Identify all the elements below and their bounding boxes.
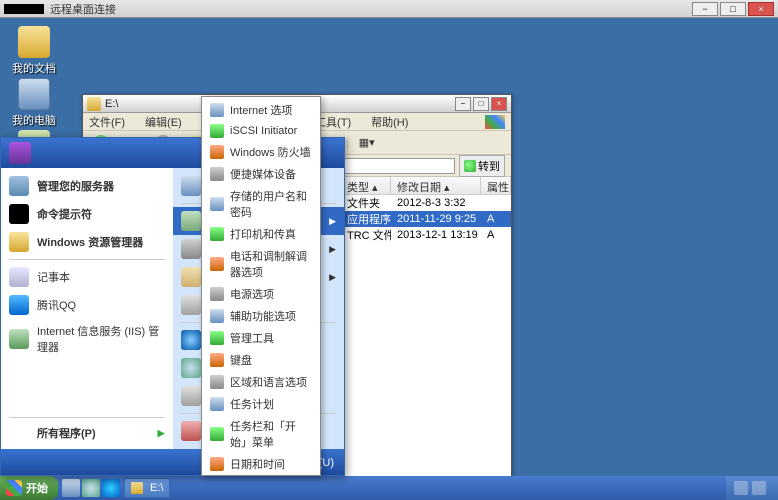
submenu-icon xyxy=(210,257,224,271)
submenu-icon xyxy=(210,167,224,181)
submenu-icon xyxy=(210,287,224,301)
r-security-icon xyxy=(181,421,201,441)
menu-item[interactable]: 帮助(H) xyxy=(371,114,408,130)
win-min[interactable]: − xyxy=(455,97,471,111)
outer-min[interactable]: − xyxy=(692,2,718,16)
submenu-icon xyxy=(210,309,224,323)
submenu-item[interactable]: 键盘 xyxy=(202,349,320,371)
cmd[interactable]: 命令提示符 xyxy=(1,200,173,228)
submenu-icon xyxy=(210,145,224,159)
iis-icon xyxy=(9,329,29,349)
drive-icon xyxy=(87,97,101,111)
r-search-icon xyxy=(181,358,201,378)
submenu-item[interactable]: 日期和时间 xyxy=(202,453,320,475)
submenu-item[interactable]: 电源选项 xyxy=(202,283,320,305)
separator xyxy=(9,417,165,418)
submenu-icon xyxy=(210,427,224,441)
submenu-item[interactable]: 扫描仪和照相机 xyxy=(202,475,320,476)
outer-title: 远程桌面连接 xyxy=(50,1,690,17)
qq-icon xyxy=(9,295,29,315)
col-header[interactable]: 修改日期 ▴ xyxy=(391,177,481,194)
submenu-item[interactable]: iSCSI Initiator xyxy=(202,121,320,141)
submenu-icon xyxy=(210,103,224,117)
desktop-mydocs[interactable]: 我的文档 xyxy=(10,26,58,76)
submenu-item[interactable]: 管理工具 xyxy=(202,327,320,349)
outer-max[interactable]: □ xyxy=(720,2,746,16)
submenu-item[interactable]: 任务计划 xyxy=(202,393,320,415)
menu-item[interactable]: 编辑(E) xyxy=(145,114,182,130)
separator xyxy=(9,259,165,260)
menu-item[interactable]: 文件(F) xyxy=(89,114,125,130)
control-panel-submenu: Internet 选项iSCSI InitiatorWindows 防火墙便捷媒… xyxy=(201,96,321,476)
submenu-icon xyxy=(210,397,224,411)
submenu-icon xyxy=(210,457,224,471)
mydocs-icon xyxy=(18,26,50,58)
outer-titlebar: 远程桌面连接 − □ × xyxy=(0,0,778,18)
tray-icon[interactable] xyxy=(734,481,748,495)
user-avatar xyxy=(9,142,31,164)
r-run-icon xyxy=(181,386,201,406)
notepad-icon xyxy=(9,267,29,287)
submenu-item[interactable]: Windows 防火墙 xyxy=(202,141,320,163)
mycomputer-icon xyxy=(18,78,50,110)
go-button[interactable]: 转到 xyxy=(459,155,505,177)
submenu-icon xyxy=(210,227,224,241)
qq[interactable]: 腾讯QQ xyxy=(1,291,173,319)
submenu-item[interactable]: 便捷媒体设备 xyxy=(202,163,320,185)
desktop[interactable]: 我的文档我的电脑网上邻居回收站Internet Explorer E:\ − □… xyxy=(0,18,778,500)
notepad[interactable]: 记事本 xyxy=(1,263,173,291)
start-button[interactable]: 开始 xyxy=(0,476,58,500)
submenu-item[interactable]: Internet 选项 xyxy=(202,99,320,121)
taskbar: 开始 E:\ xyxy=(0,476,778,500)
cmd-icon xyxy=(9,204,29,224)
go-icon xyxy=(464,160,476,172)
quick-launch xyxy=(62,479,120,497)
submenu-item[interactable]: 区域和语言选项 xyxy=(202,371,320,393)
submenu-icon xyxy=(210,197,224,211)
r-printers-icon xyxy=(181,295,201,315)
explorer-app-icon xyxy=(9,232,29,252)
explorer-app[interactable]: Windows 资源管理器 xyxy=(1,228,173,256)
submenu-item[interactable]: 电话和调制解调器选项 xyxy=(202,245,320,283)
iis[interactable]: Internet 信息服务 (IIS) 管理器 xyxy=(1,319,173,359)
submenu-icon xyxy=(210,375,224,389)
windows-flag-icon xyxy=(6,480,22,496)
manage-server-icon xyxy=(9,176,29,196)
submenu-item[interactable]: 存储的用户名和密码 xyxy=(202,185,320,223)
win-close[interactable]: × xyxy=(491,97,507,111)
win-max[interactable]: □ xyxy=(473,97,489,111)
start-left-pane: 管理您的服务器命令提示符Windows 资源管理器记事本腾讯QQInternet… xyxy=(1,168,173,449)
outer-close[interactable]: × xyxy=(748,2,774,16)
folder-icon xyxy=(131,482,143,494)
submenu-icon xyxy=(210,331,224,345)
blackout xyxy=(4,4,44,14)
r-help-icon xyxy=(181,330,201,350)
task-item[interactable]: E:\ xyxy=(124,478,170,498)
r-mycomp-icon xyxy=(181,176,201,196)
manage-server[interactable]: 管理您的服务器 xyxy=(1,172,173,200)
all-programs[interactable]: 所有程序(P)▶ xyxy=(1,421,173,445)
desktop-mycomputer[interactable]: 我的电脑 xyxy=(10,78,58,128)
windows-logo-icon xyxy=(485,115,505,129)
submenu-icon xyxy=(210,353,224,367)
system-tray xyxy=(726,476,778,500)
submenu-item[interactable]: 打印机和传真 xyxy=(202,223,320,245)
ql-desktop-icon[interactable] xyxy=(62,479,80,497)
col-header[interactable]: 属性 ▴ xyxy=(481,177,511,194)
col-header[interactable]: 类型 ▴ xyxy=(341,177,391,194)
ql-ie-icon[interactable] xyxy=(102,479,120,497)
submenu-item[interactable]: 辅助功能选项 xyxy=(202,305,320,327)
tray-icon[interactable] xyxy=(752,481,766,495)
submenu-item[interactable]: 任务栏和「开始」菜单 xyxy=(202,415,320,453)
r-connect-icon xyxy=(181,267,201,287)
r-admin-tools-icon xyxy=(181,239,201,259)
submenu-icon xyxy=(210,124,224,138)
ql-media-icon[interactable] xyxy=(82,479,100,497)
views-button[interactable]: ▦▾ xyxy=(355,134,379,151)
r-control-panel-icon xyxy=(181,211,201,231)
